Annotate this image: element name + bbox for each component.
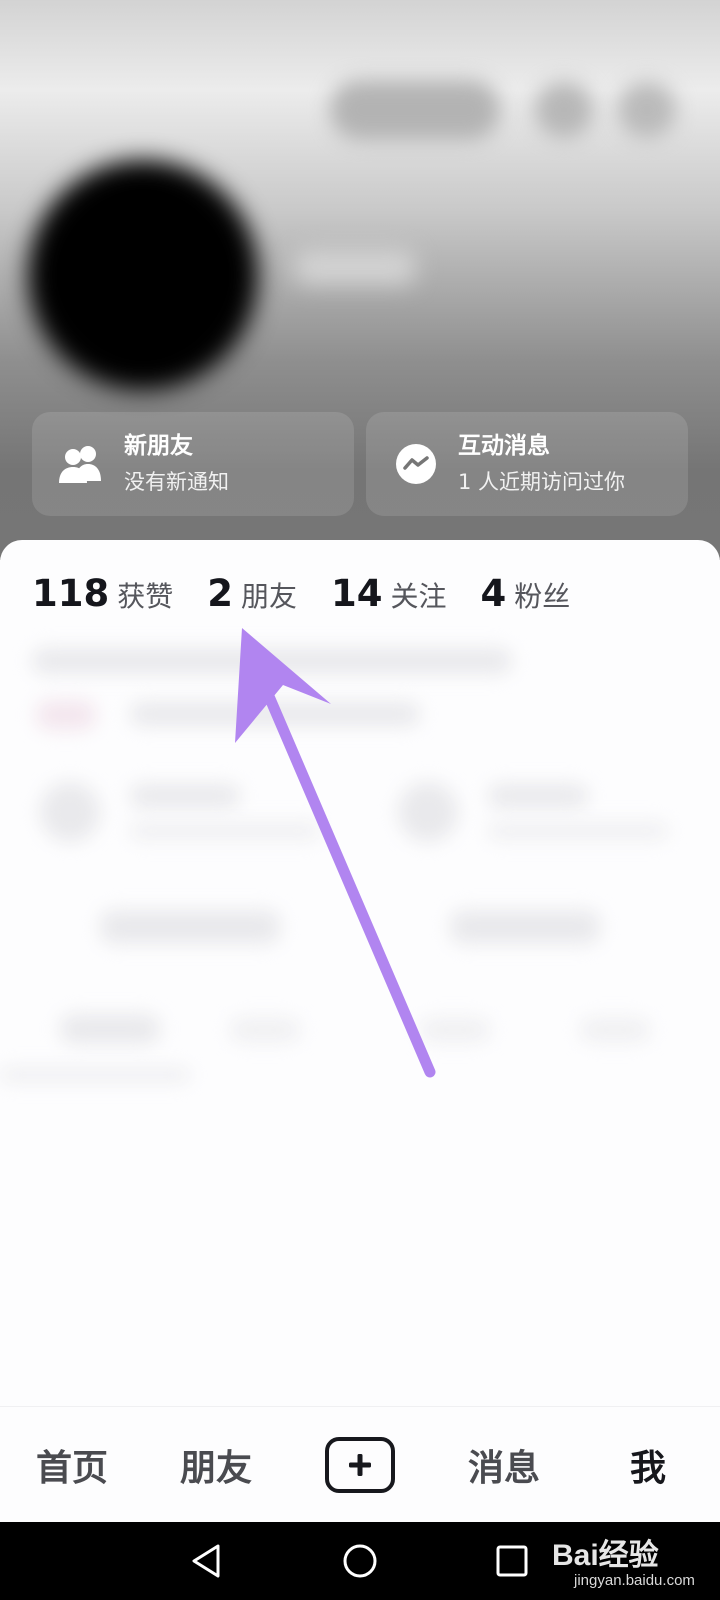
people-icon [56,438,108,490]
stat-fans[interactable]: 4 粉丝 [481,572,571,615]
watermark-url: jingyan.baidu.com [574,1572,695,1589]
system-nav-bar: Bai经验 jingyan.baidu.com [0,1522,720,1600]
tab-messages[interactable]: 消息 [444,1407,564,1523]
card-title: 新朋友 [124,433,193,459]
watermark-brand: Bai经验 [552,1539,659,1572]
stat-friends[interactable]: 2 朋友 [207,572,297,615]
stat-label: 朋友 [241,580,298,613]
stat-following[interactable]: 14 关注 [331,572,447,615]
blurred-info [130,702,420,726]
plus-icon [349,1454,371,1476]
blurred-entry-icon[interactable] [398,782,458,842]
blurred-top-button[interactable] [330,80,500,140]
tab-friends[interactable]: 朋友 [156,1407,276,1523]
card-subtitle: 没有新通知 [124,470,229,494]
blurred-tab[interactable] [230,1018,300,1042]
blurred-top-icon[interactable] [535,82,593,138]
blurred-entry-icon[interactable] [40,782,100,842]
blurred-tab[interactable] [580,1018,650,1042]
card-title: 互动消息 [458,433,550,459]
tab-home[interactable]: 首页 [12,1407,132,1523]
blurred-top-icon[interactable] [618,82,676,138]
stat-label: 关注 [390,580,447,613]
stat-value: 2 [207,572,233,615]
home-circle-icon[interactable] [320,1522,400,1600]
blurred-button[interactable] [100,910,280,944]
tab-me[interactable]: 我 [588,1407,708,1523]
blurred-tag [36,700,96,730]
stat-likes[interactable]: 118 获赞 [32,572,173,615]
blurred-tab[interactable] [420,1018,490,1042]
stat-value: 4 [480,572,507,615]
blurred-username [295,250,415,284]
blurred-bio [32,648,512,674]
blurred-tab[interactable] [60,1014,160,1044]
bottom-tab-bar: 首页 朋友 消息 我 [0,1406,720,1522]
recent-square-icon[interactable] [472,1522,552,1600]
card-subtitle: 1 人近期访问过你 [458,470,626,494]
blurred-entry [130,822,320,840]
blurred-entry[interactable] [488,784,588,808]
stat-value: 118 [32,572,110,615]
new-friends-card[interactable]: 新朋友 没有新通知 [32,412,354,516]
blurred-button[interactable] [450,910,600,944]
avatar[interactable] [28,160,258,390]
watermark: Bai经验 jingyan.baidu.com [552,1530,712,1596]
add-button[interactable] [325,1437,395,1493]
stat-label: 粉丝 [514,580,571,613]
stat-label: 获赞 [117,580,174,613]
profile-header: 新朋友 没有新通知 互动消息 1 人近期访问过你 [0,0,720,560]
blurred-entry [488,822,668,840]
back-triangle-icon[interactable] [166,1522,246,1600]
stats-row: 118 获赞 2 朋友 14 关注 4 粉丝 [32,572,604,622]
interaction-messages-card[interactable]: 互动消息 1 人近期访问过你 [366,412,688,516]
blurred-indicator [0,1068,190,1082]
stat-value: 14 [331,572,383,615]
messenger-icon [390,438,442,490]
blurred-entry[interactable] [130,784,240,808]
profile-content-sheet: 118 获赞 2 朋友 14 关注 4 粉丝 [0,540,720,1420]
